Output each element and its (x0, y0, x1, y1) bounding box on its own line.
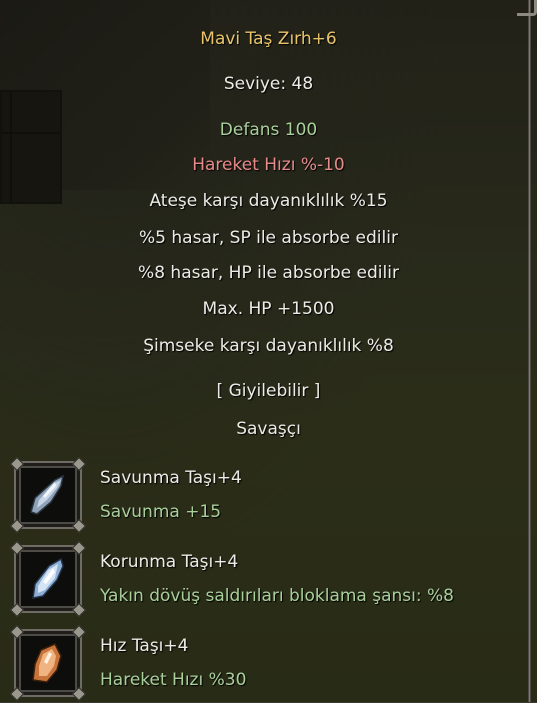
socket-slot[interactable] (9, 624, 87, 702)
frame-rivet (71, 456, 87, 472)
frame-rivet (71, 602, 87, 618)
socket-slot[interactable] (9, 456, 87, 534)
item-wearable: [ Giyilebilir ] (216, 381, 321, 401)
socket-stone-name: Savunma Taşı+4 (100, 468, 242, 488)
frame-rivet (9, 624, 25, 640)
blue-crystal-stone-icon (32, 557, 64, 599)
socket-stone-name: Korunma Taşı+4 (100, 552, 239, 572)
socket-row: Korunma Taşı+4 Yakın dövüş saldırıları b… (0, 540, 537, 619)
item-bonus-lightning-resistance: Şimseke karşı dayanıklılık %8 (143, 336, 394, 356)
frame-rivet (9, 540, 25, 556)
item-defense: Defans 100 (219, 120, 318, 140)
blue-crystal-stone-icon (30, 474, 65, 515)
frame-rivet (9, 602, 25, 618)
item-bonus-fire-resistance: Ateşe karşı dayanıklılık %15 (149, 191, 388, 211)
item-name: Mavi Taş Zırh+6 (200, 29, 337, 49)
frame-rivet (9, 456, 25, 472)
orange-crystal-stone-icon (32, 643, 62, 683)
item-bonus-sp-absorb: %5 hasar, SP ile absorbe edilir (139, 228, 398, 248)
frame-rivet (71, 624, 87, 640)
item-class: Savaşçı (236, 419, 301, 439)
socket-row: Hız Taşı+4 Hareket Hızı %30 (0, 624, 537, 703)
frame-rivet (71, 540, 87, 556)
socket-stone-effect: Yakın dövüş saldırıları bloklama şansı: … (100, 586, 454, 606)
frame-rivet (71, 686, 87, 702)
item-speed-penalty: Hareket Hızı %-10 (192, 155, 345, 175)
socket-slot[interactable] (9, 540, 87, 618)
frame-rivet (9, 686, 25, 702)
frame-rivet (71, 518, 87, 534)
item-level: Seviye: 48 (223, 74, 314, 94)
frame-rivet (9, 518, 25, 534)
socket-stone-name: Hız Taşı+4 (100, 636, 189, 656)
tooltip-frame-corner (517, 0, 537, 16)
socket-stone-effect: Hareket Hızı %30 (100, 670, 247, 690)
item-bonus-hp-absorb: %8 hasar, HP ile absorbe edilir (138, 263, 399, 283)
socket-row: Savunma Taşı+4 Savunma +15 (0, 456, 537, 535)
item-bonus-max-hp: Max. HP +1500 (202, 299, 335, 319)
item-tooltip: Mavi Taş Zırh+6 Seviye: 48 Defans 100 Ha… (0, 0, 537, 702)
socket-stone-effect: Savunma +15 (100, 502, 222, 522)
